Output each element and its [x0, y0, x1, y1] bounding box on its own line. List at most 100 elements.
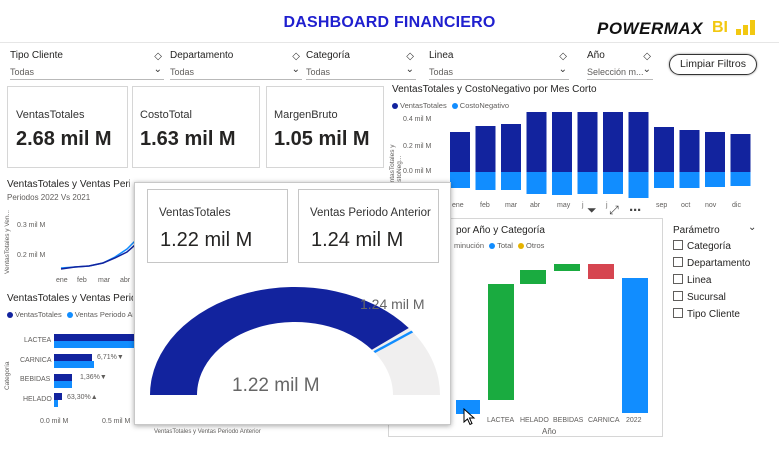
checkbox-icon[interactable]	[673, 308, 683, 318]
parameter-option-label: Categoría	[687, 241, 731, 252]
eraser-icon[interactable]: ◇	[292, 51, 300, 62]
bar-ventas-totales	[552, 112, 572, 172]
bar-carnica-actual	[54, 354, 92, 361]
bar-ventas-totales	[603, 112, 623, 172]
parameter-option[interactable]: Categoría	[673, 240, 773, 257]
monthly-ytick: 0.4 mil M	[403, 116, 432, 123]
monthly-ytick: 0.2 mil M	[403, 143, 432, 150]
monthly-yaxis-label: VentasTotales y CostoNeg...	[389, 144, 403, 190]
popup-card-label: Ventas Periodo Anterior	[310, 207, 431, 219]
period-month-tick: mar	[98, 277, 111, 284]
clear-filters-button[interactable]: Limpiar Filtros	[669, 54, 757, 75]
slicer-dropdown[interactable]: Todas ⌄	[306, 64, 416, 80]
legend-dot-icon	[518, 243, 525, 249]
chevron-down-icon[interactable]: ⌄	[559, 64, 567, 75]
bar-ventas-totales	[654, 127, 674, 172]
chevron-down-icon[interactable]: ⌄	[406, 64, 414, 75]
slicer-dropdown[interactable]: Todas ⌄	[429, 64, 569, 80]
parameter-option-label: Sucursal	[687, 292, 726, 303]
month-tick: may	[557, 202, 571, 209]
waterfall-chart	[456, 264, 648, 414]
period-line-chart	[60, 240, 135, 270]
parameter-option-label: Tipo Cliente	[687, 309, 740, 320]
kpi-value: 1.05 mil M	[274, 128, 370, 150]
eraser-icon[interactable]: ◇	[643, 51, 651, 62]
parameter-option[interactable]: Linea	[673, 274, 773, 291]
chevron-down-icon[interactable]: ⌄	[643, 64, 651, 75]
slicer-tipo-cliente[interactable]: Tipo Cliente Todas ⌄ ◇	[10, 50, 164, 80]
more-options-icon[interactable]: ⋯	[629, 203, 641, 217]
bar-costo-negativo	[705, 172, 725, 187]
bar-lactea-actual	[54, 334, 134, 341]
monthly-chart-title: VentasTotales y CostoNegativo por Mes Co…	[392, 84, 597, 95]
period-chart-subtitle: Periodos 2022 Vs 2021	[7, 193, 91, 202]
kpi-value: 1.63 mil M	[140, 128, 236, 150]
monthly-ytick: 0.0 mil M	[403, 168, 432, 175]
visual-header-toolbar: ⏷ ⤢ ⋯	[587, 201, 641, 219]
kpi-label: VentasTotales	[16, 109, 85, 121]
period-month-tick: abr	[120, 277, 131, 284]
popup-card-label: VentasTotales	[159, 207, 231, 219]
legend-dot-icon	[451, 103, 458, 109]
mouse-cursor-icon	[463, 408, 476, 426]
focus-mode-icon[interactable]: ⤢	[609, 203, 619, 217]
month-tick: dic	[732, 202, 741, 209]
waterfall-xtick: BEBIDAS	[553, 417, 584, 424]
period-month-tick: ene	[56, 277, 68, 284]
bar-ventas-totales	[705, 132, 725, 172]
period-ytick: 0.2 mil M	[17, 252, 46, 259]
legend-anterior: Ventas Periodo Anterior	[74, 310, 133, 319]
month-tick: nov	[705, 202, 717, 209]
eraser-icon[interactable]: ◇	[154, 51, 162, 62]
checkbox-icon[interactable]	[673, 257, 683, 267]
slicer-categoria[interactable]: Categoría Todas ⌄ ◇	[306, 50, 416, 80]
month-tick: sep	[656, 202, 668, 209]
legend-otros: Otros	[526, 241, 545, 250]
chevron-down-icon[interactable]: ⌄	[154, 64, 162, 75]
slicer-label: Tipo Cliente	[10, 50, 63, 61]
legend-dot-icon	[392, 103, 398, 109]
bar-costo-negativo	[552, 172, 572, 195]
brand-bi-text: BI	[712, 19, 728, 36]
eraser-icon[interactable]: ◇	[559, 51, 567, 62]
slicer-anio[interactable]: Año Selección m... ⌄ ◇	[587, 50, 653, 80]
chevron-down-icon[interactable]: ⌄	[748, 222, 756, 233]
bar-bebidas-prior	[54, 381, 72, 388]
slicer-departamento[interactable]: Departamento Todas ⌄ ◇	[170, 50, 302, 80]
parameter-option[interactable]: Sucursal	[673, 291, 773, 308]
bar-helado-prior	[54, 400, 58, 407]
category-label: CARNICA	[20, 357, 52, 364]
slicer-linea[interactable]: Linea Todas ⌄ ◇	[429, 50, 569, 80]
parameter-option[interactable]: Departamento	[673, 257, 773, 274]
checkbox-icon[interactable]	[673, 291, 683, 301]
filter-icon[interactable]: ⏷	[587, 203, 597, 217]
slicer-dropdown[interactable]: Todas ⌄	[170, 64, 302, 80]
waterfall-bar-2022	[622, 278, 648, 413]
category-xtick: 0.5 mil M	[102, 418, 131, 425]
slicer-dropdown[interactable]: Selección m... ⌄	[587, 64, 653, 80]
checkbox-icon[interactable]	[673, 274, 683, 284]
chevron-down-icon[interactable]: ⌄	[292, 64, 300, 75]
period-chart-title: VentasTotales y Ventas Periodo Anterior …	[7, 179, 130, 190]
legend-total: Total	[497, 241, 513, 250]
eraser-icon[interactable]: ◇	[406, 51, 414, 62]
period-yaxis-label: VentasTotales y Ven...	[4, 210, 11, 274]
slicer-dropdown[interactable]: Todas ⌄	[10, 64, 164, 80]
category-xtick: 0.0 mil M	[40, 418, 69, 425]
category-bar-label: 1,36%▼	[80, 374, 107, 381]
popup-card-ventas: VentasTotales 1.22 mil M	[147, 189, 288, 263]
category-bar-label: 63,30%▲	[67, 394, 98, 401]
waterfall-bar-carnica	[588, 264, 614, 279]
bar-ventas-totales	[526, 112, 547, 172]
waterfall-bar-helado	[520, 270, 546, 284]
parameter-list: Categoría Departamento Linea Sucursal Ti…	[673, 240, 773, 325]
category-chart-legend: VentasTotales Ventas Periodo Anterior	[7, 310, 133, 319]
parameter-option[interactable]: Tipo Cliente	[673, 308, 773, 325]
waterfall-xtick: CARNICA	[588, 417, 620, 424]
checkbox-icon[interactable]	[673, 240, 683, 250]
parameter-title: Parámetro	[673, 225, 720, 236]
kpi-card-costo: CostoTotal 1.63 mil M	[132, 86, 260, 168]
slicer-label: Linea	[429, 50, 454, 61]
bar-ventas-totales	[501, 124, 521, 172]
category-label: BEBIDAS	[20, 376, 51, 383]
